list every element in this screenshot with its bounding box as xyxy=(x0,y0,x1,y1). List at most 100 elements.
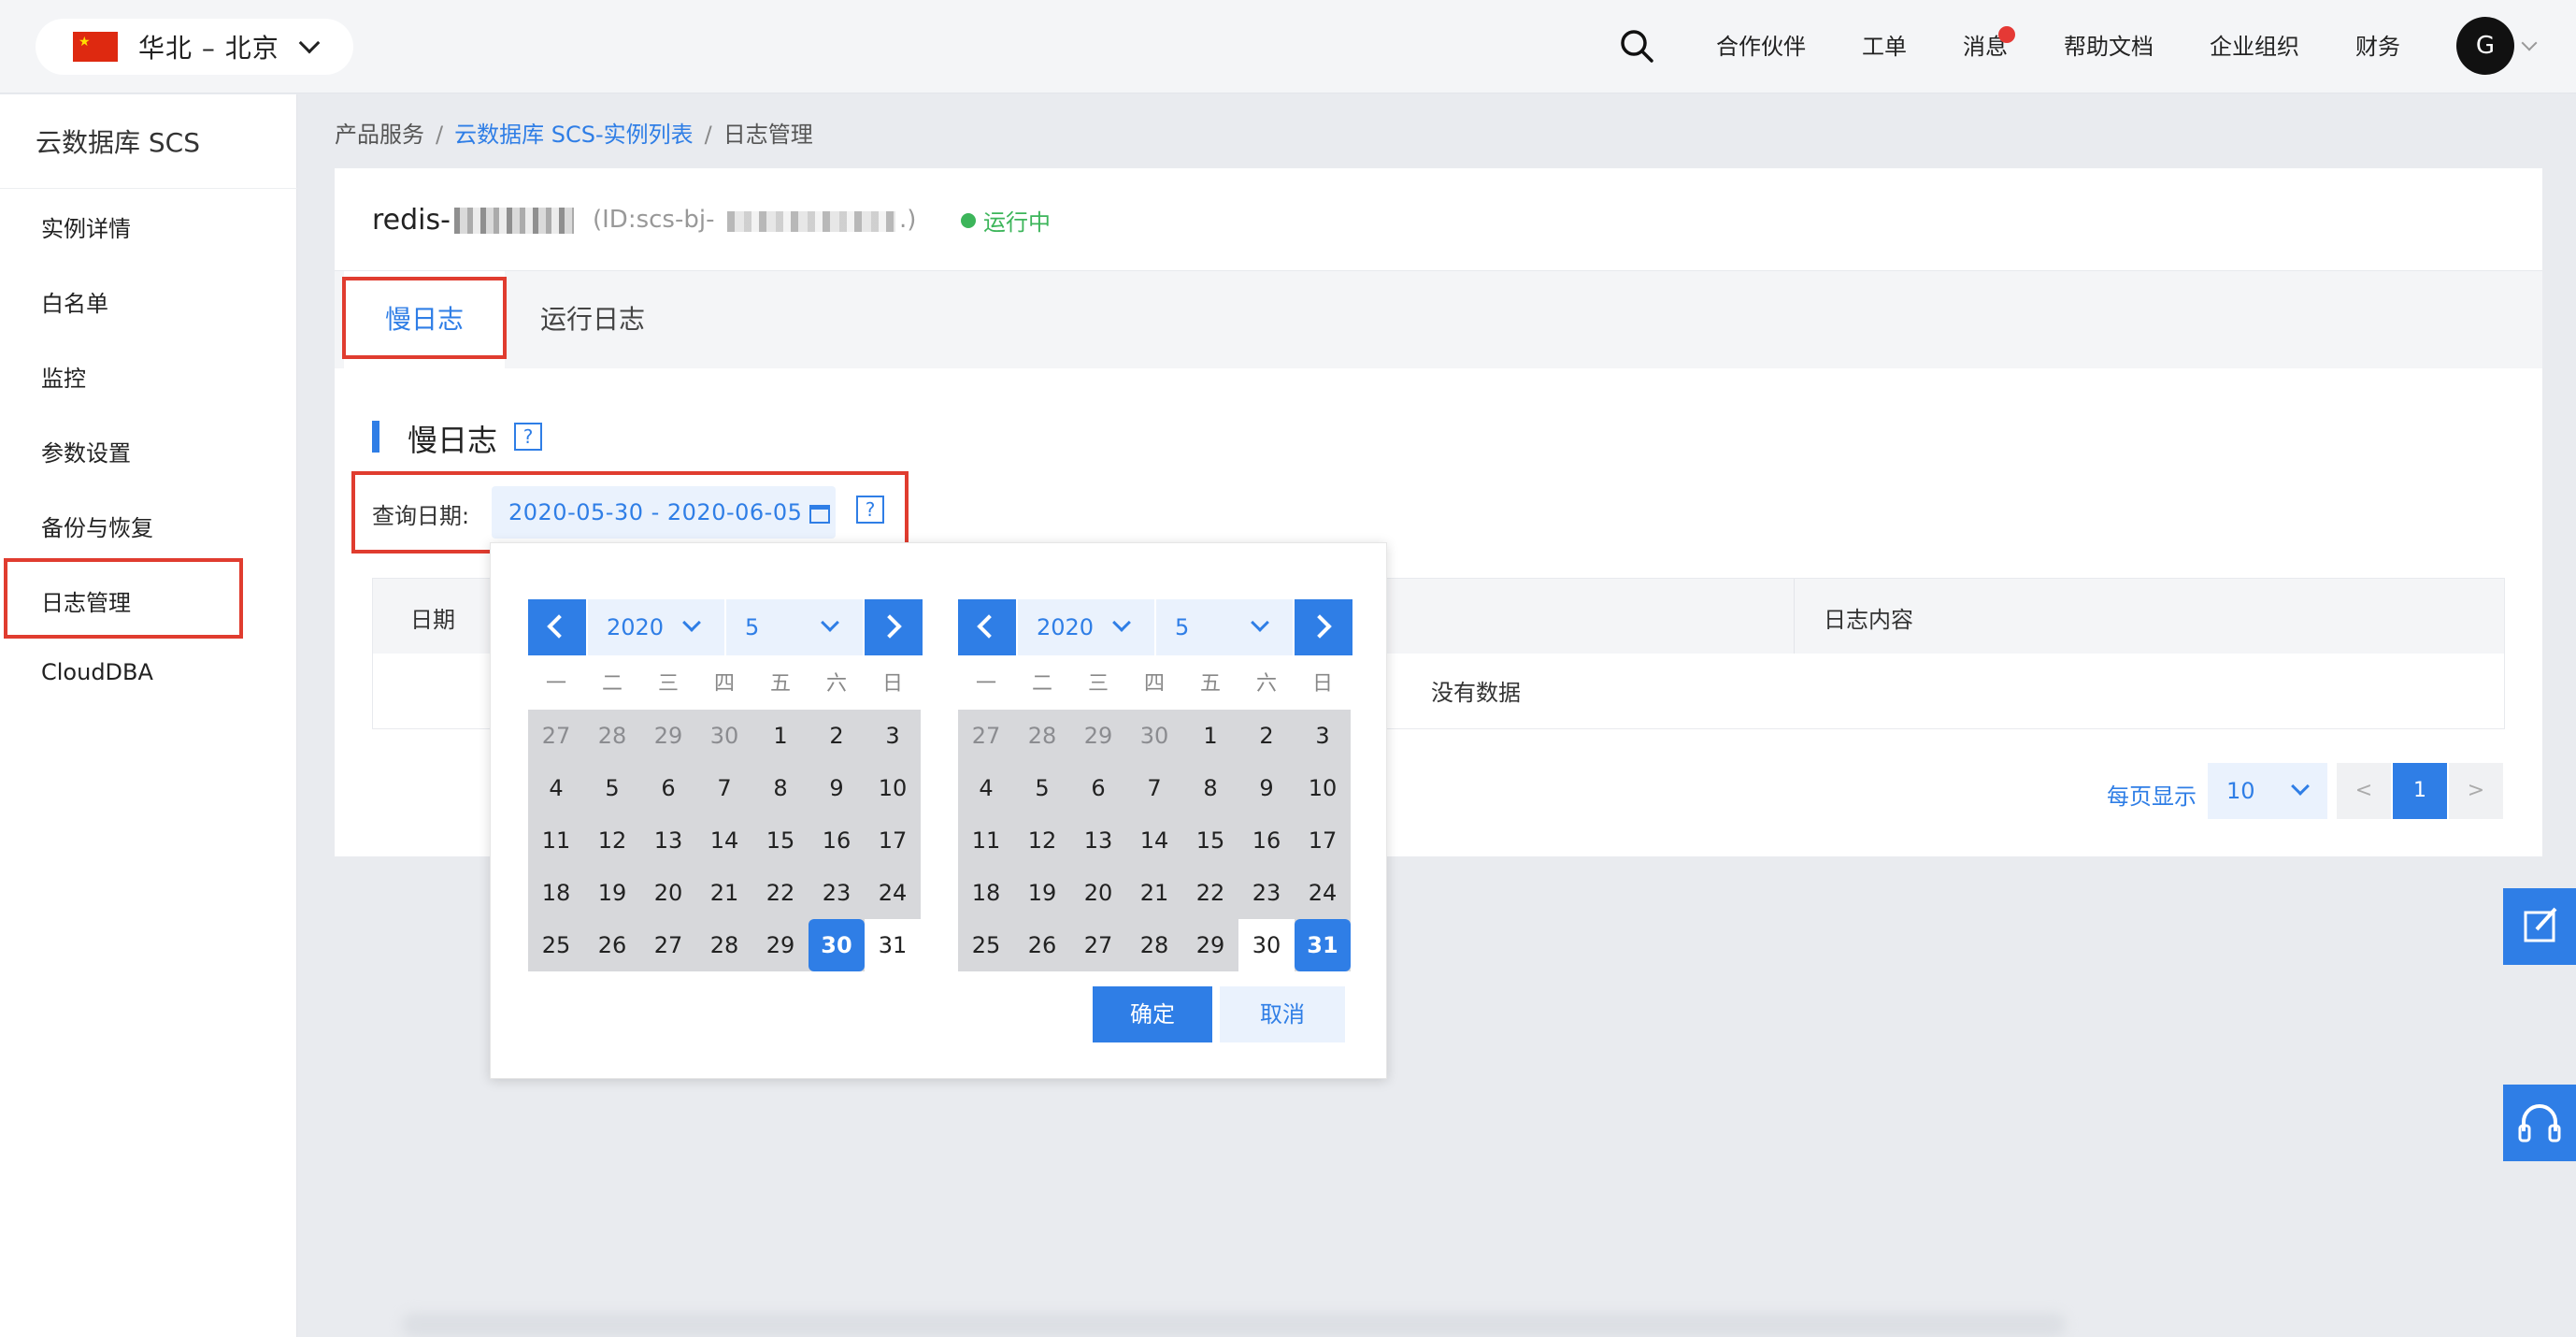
calendar-day[interactable]: 20 xyxy=(1070,867,1126,919)
calendar-day[interactable]: 28 xyxy=(584,710,640,762)
breadcrumb-item[interactable]: 产品服务 xyxy=(335,122,424,148)
calendar-day[interactable]: 24 xyxy=(865,867,921,919)
next-page-button[interactable]: > xyxy=(2449,763,2503,819)
search-icon[interactable] xyxy=(1619,28,1654,64)
calendar-day[interactable]: 2 xyxy=(809,710,865,762)
calendar-day[interactable]: 31 xyxy=(1295,919,1351,971)
year-select[interactable]: 2020 xyxy=(588,599,724,655)
calendar-day[interactable]: 9 xyxy=(809,762,865,814)
calendar-day[interactable]: 11 xyxy=(528,814,584,867)
calendar-day[interactable]: 29 xyxy=(640,710,696,762)
calendar-day[interactable]: 17 xyxy=(865,814,921,867)
calendar-day[interactable]: 16 xyxy=(809,814,865,867)
calendar-day[interactable]: 25 xyxy=(528,919,584,971)
region-selector[interactable]: ★ 华北 – 北京 xyxy=(36,19,353,75)
calendar-day[interactable]: 22 xyxy=(1182,867,1238,919)
month-select[interactable]: 5 xyxy=(1156,599,1293,655)
calendar-day[interactable]: 4 xyxy=(958,762,1014,814)
nav-finance[interactable]: 财务 xyxy=(2355,28,2400,65)
prev-month-button[interactable] xyxy=(528,599,586,655)
calendar-day[interactable]: 7 xyxy=(1126,762,1182,814)
page-size-select[interactable]: 10 xyxy=(2208,763,2327,819)
calendar-day[interactable]: 29 xyxy=(1182,919,1238,971)
calendar-day[interactable]: 10 xyxy=(865,762,921,814)
calendar-day[interactable]: 25 xyxy=(958,919,1014,971)
calendar-day[interactable]: 19 xyxy=(1014,867,1070,919)
calendar-day[interactable]: 21 xyxy=(1126,867,1182,919)
calendar-day[interactable]: 20 xyxy=(640,867,696,919)
calendar-day[interactable]: 4 xyxy=(528,762,584,814)
prev-page-button[interactable]: < xyxy=(2337,763,2391,819)
calendar-day[interactable]: 17 xyxy=(1295,814,1351,867)
calendar-day[interactable]: 30 xyxy=(696,710,752,762)
calendar-day[interactable]: 13 xyxy=(640,814,696,867)
support-button[interactable] xyxy=(2503,1085,2576,1161)
calendar-day[interactable]: 19 xyxy=(584,867,640,919)
breadcrumb-link[interactable]: 云数据库 SCS-实例列表 xyxy=(454,122,694,148)
calendar-day[interactable]: 11 xyxy=(958,814,1014,867)
help-icon[interactable]: ? xyxy=(514,423,542,451)
calendar-day[interactable]: 30 xyxy=(1238,919,1295,971)
calendar-day[interactable]: 27 xyxy=(528,710,584,762)
confirm-button[interactable]: 确定 xyxy=(1093,986,1212,1042)
calendar-day[interactable]: 23 xyxy=(809,867,865,919)
calendar-day[interactable]: 24 xyxy=(1295,867,1351,919)
calendar-day[interactable]: 9 xyxy=(1238,762,1295,814)
calendar-day[interactable]: 27 xyxy=(958,710,1014,762)
calendar-day[interactable]: 27 xyxy=(1070,919,1126,971)
calendar-day[interactable]: 7 xyxy=(696,762,752,814)
user-avatar[interactable]: G xyxy=(2456,17,2514,75)
calendar-day[interactable]: 8 xyxy=(1182,762,1238,814)
calendar-day[interactable]: 28 xyxy=(696,919,752,971)
calendar-day[interactable]: 2 xyxy=(1238,710,1295,762)
calendar-day[interactable]: 28 xyxy=(1014,710,1070,762)
nav-partners[interactable]: 合作伙伴 xyxy=(1716,28,1806,65)
calendar-day[interactable]: 18 xyxy=(958,867,1014,919)
calendar-day[interactable]: 15 xyxy=(1182,814,1238,867)
calendar-day[interactable]: 1 xyxy=(752,710,809,762)
calendar-day[interactable]: 16 xyxy=(1238,814,1295,867)
calendar-day[interactable]: 14 xyxy=(1126,814,1182,867)
sidebar-item-backup[interactable]: 备份与恢复 xyxy=(41,510,153,542)
calendar-day[interactable]: 5 xyxy=(584,762,640,814)
calendar-day[interactable]: 23 xyxy=(1238,867,1295,919)
tab-run-log[interactable]: 运行日志 xyxy=(540,271,645,368)
next-month-button[interactable] xyxy=(1295,599,1352,655)
feedback-button[interactable] xyxy=(2503,888,2576,965)
calendar-day[interactable]: 6 xyxy=(640,762,696,814)
calendar-day[interactable]: 29 xyxy=(752,919,809,971)
calendar-day[interactable]: 5 xyxy=(1014,762,1070,814)
next-month-button[interactable] xyxy=(865,599,923,655)
sidebar-item-monitoring[interactable]: 监控 xyxy=(41,360,86,393)
calendar-day[interactable]: 12 xyxy=(584,814,640,867)
prev-month-button[interactable] xyxy=(958,599,1016,655)
calendar-day[interactable]: 8 xyxy=(752,762,809,814)
sidebar-item-whitelist[interactable]: 白名单 xyxy=(41,285,108,318)
year-select[interactable]: 2020 xyxy=(1018,599,1154,655)
sidebar-item-instance-details[interactable]: 实例详情 xyxy=(41,210,131,243)
calendar-day[interactable]: 22 xyxy=(752,867,809,919)
cancel-button[interactable]: 取消 xyxy=(1220,986,1345,1042)
calendar-day[interactable]: 14 xyxy=(696,814,752,867)
page-button-current[interactable]: 1 xyxy=(2393,763,2447,819)
calendar-day[interactable]: 12 xyxy=(1014,814,1070,867)
calendar-day[interactable]: 28 xyxy=(1126,919,1182,971)
calendar-day[interactable]: 18 xyxy=(528,867,584,919)
calendar-day[interactable]: 6 xyxy=(1070,762,1126,814)
nav-tickets[interactable]: 工单 xyxy=(1862,28,1907,65)
calendar-day[interactable]: 3 xyxy=(1295,710,1351,762)
calendar-day[interactable]: 29 xyxy=(1070,710,1126,762)
calendar-day[interactable]: 1 xyxy=(1182,710,1238,762)
nav-organization[interactable]: 企业组织 xyxy=(2210,28,2299,65)
calendar-day[interactable]: 3 xyxy=(865,710,921,762)
month-select[interactable]: 5 xyxy=(726,599,863,655)
calendar-day[interactable]: 10 xyxy=(1295,762,1351,814)
calendar-day[interactable]: 31 xyxy=(865,919,921,971)
sidebar-item-clouddba[interactable]: CloudDBA xyxy=(41,659,153,685)
calendar-day[interactable]: 13 xyxy=(1070,814,1126,867)
chevron-down-icon[interactable] xyxy=(2521,35,2538,51)
calendar-day[interactable]: 21 xyxy=(696,867,752,919)
calendar-day[interactable]: 27 xyxy=(640,919,696,971)
nav-help-docs[interactable]: 帮助文档 xyxy=(2064,28,2154,65)
calendar-day[interactable]: 30 xyxy=(1126,710,1182,762)
